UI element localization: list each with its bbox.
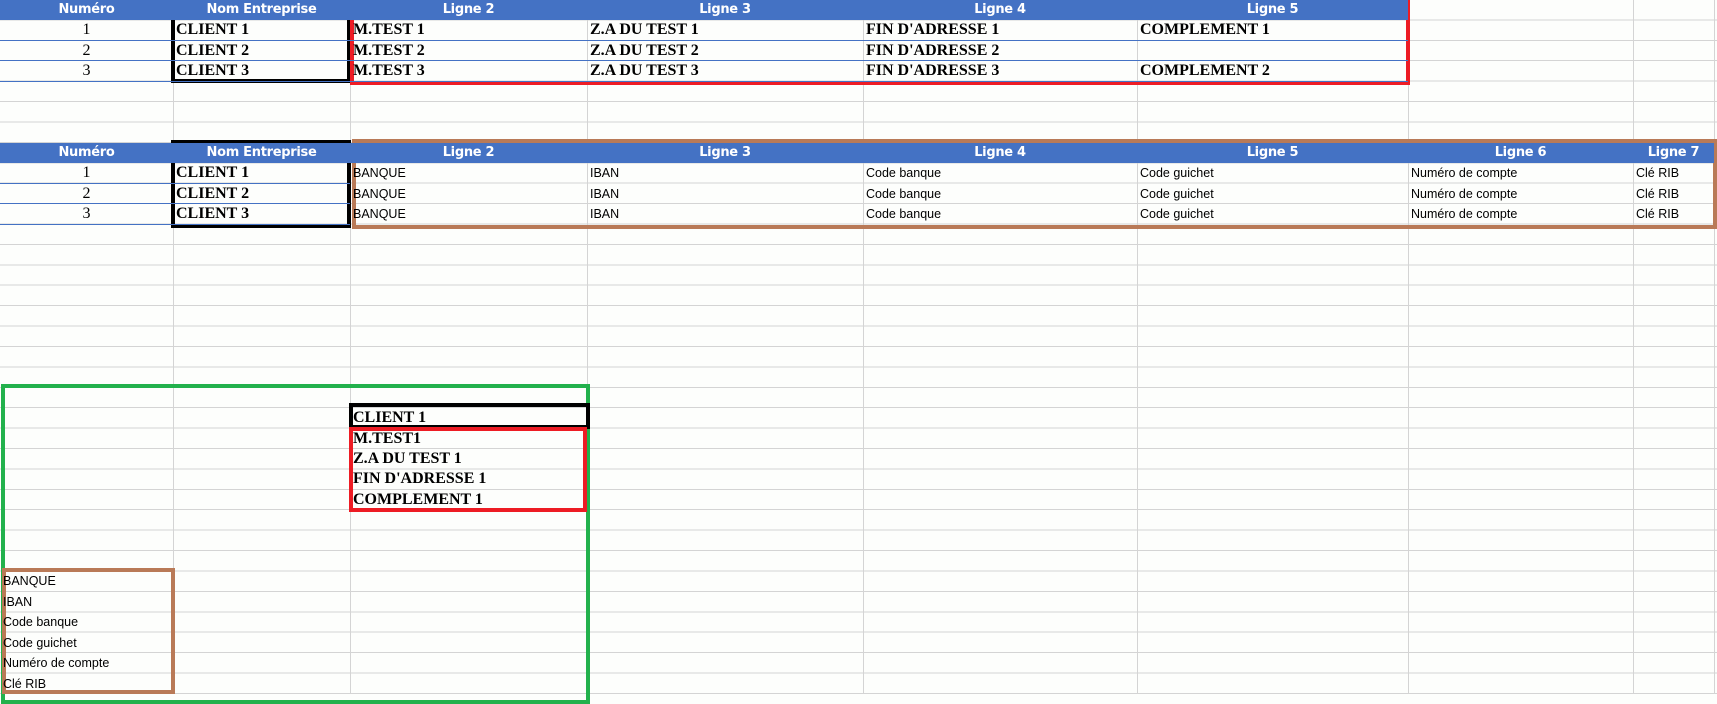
merged-bank-cell[interactable]: BANQUE	[0, 571, 173, 591]
table-cell[interactable]: COMPLEMENT 1	[1137, 20, 1408, 41]
table-cell[interactable]: CLIENT 3	[173, 204, 350, 225]
row-number-cell[interactable]: 2	[0, 41, 173, 62]
column-header[interactable]: Ligne 4	[863, 142, 1137, 164]
table-cell[interactable]: Clé RIB	[1633, 184, 1714, 204]
column-header[interactable]: Ligne 2	[350, 0, 587, 21]
table-cell[interactable]: Clé RIB	[1633, 204, 1714, 224]
table-cell[interactable]: Z.A DU TEST 3	[587, 61, 863, 82]
table-cell[interactable]: Code banque	[863, 184, 1137, 204]
table-cell[interactable]: M.TEST 1	[350, 20, 587, 41]
table-cell[interactable]: FIN D'ADRESSE 2	[863, 41, 1137, 62]
table-cell[interactable]: Numéro de compte	[1408, 163, 1633, 183]
column-header[interactable]: Ligne 3	[587, 142, 863, 164]
table-cell[interactable]: Z.A DU TEST 1	[587, 20, 863, 41]
merged-bank-cell[interactable]: Code guichet	[0, 633, 173, 653]
table-cell[interactable]: CLIENT 2	[173, 184, 350, 205]
column-header[interactable]: Numéro	[0, 0, 173, 21]
column-gridline	[587, 0, 588, 694]
table-cell[interactable]: Clé RIB	[1633, 163, 1714, 183]
table-cell[interactable]: IBAN	[587, 204, 863, 224]
table-cell[interactable]: COMPLEMENT 2	[1137, 61, 1408, 82]
merged-address-cell[interactable]: Z.A DU TEST 1	[350, 449, 587, 469]
column-header[interactable]: Ligne 6	[1408, 142, 1633, 164]
table-cell[interactable]: Code guichet	[1137, 204, 1408, 224]
spreadsheet-grid[interactable]	[0, 0, 1717, 694]
table-cell[interactable]: Code banque	[863, 204, 1137, 224]
table-cell[interactable]: IBAN	[587, 163, 863, 183]
row-number-cell[interactable]: 3	[0, 204, 173, 225]
table-cell[interactable]: Code banque	[863, 163, 1137, 183]
column-gridline	[1137, 0, 1138, 694]
table-cell[interactable]: Code guichet	[1137, 184, 1408, 204]
table-cell[interactable]: BANQUE	[350, 204, 587, 224]
column-header[interactable]: Ligne 5	[1137, 0, 1408, 21]
table-cell[interactable]: Z.A DU TEST 2	[587, 41, 863, 62]
merged-address-cell[interactable]: M.TEST1	[350, 429, 587, 449]
column-header[interactable]: Ligne 5	[1137, 142, 1408, 164]
column-gridline	[1633, 0, 1634, 694]
merged-client-cell[interactable]: CLIENT 1	[350, 408, 587, 428]
column-header[interactable]: Ligne 4	[863, 0, 1137, 21]
row-number-cell[interactable]: 3	[0, 61, 173, 82]
table-cell[interactable]: CLIENT 1	[173, 163, 350, 184]
column-header[interactable]: Nom Entreprise	[173, 142, 350, 164]
column-header[interactable]: Ligne 7	[1633, 142, 1714, 164]
merged-bank-cell[interactable]: Code banque	[0, 612, 173, 632]
table-cell[interactable]: IBAN	[587, 184, 863, 204]
merged-bank-cell[interactable]: Clé RIB	[0, 674, 173, 694]
table-cell[interactable]: Numéro de compte	[1408, 204, 1633, 224]
column-gridline	[1714, 0, 1715, 694]
table-cell[interactable]: Numéro de compte	[1408, 184, 1633, 204]
column-gridline	[173, 0, 174, 694]
column-gridline	[863, 0, 864, 694]
table-cell[interactable]: CLIENT 2	[173, 41, 350, 62]
merged-bank-cell[interactable]: Numéro de compte	[0, 653, 173, 673]
column-header[interactable]: Nom Entreprise	[173, 0, 350, 21]
merged-address-cell[interactable]: FIN D'ADRESSE 1	[350, 469, 587, 489]
column-header[interactable]: Numéro	[0, 142, 173, 164]
table-cell[interactable]: M.TEST 2	[350, 41, 587, 62]
merged-bank-cell[interactable]: IBAN	[0, 592, 173, 612]
table-cell[interactable]: BANQUE	[350, 163, 587, 183]
column-gridline	[350, 0, 351, 694]
table-cell[interactable]: CLIENT 3	[173, 61, 350, 82]
table-cell[interactable]: FIN D'ADRESSE 1	[863, 20, 1137, 41]
column-gridline	[1408, 0, 1409, 694]
table-cell[interactable]: FIN D'ADRESSE 3	[863, 61, 1137, 82]
table-cell[interactable]: CLIENT 1	[173, 20, 350, 41]
column-header[interactable]: Ligne 3	[587, 0, 863, 21]
table-cell[interactable]: M.TEST 3	[350, 61, 587, 82]
row-number-cell[interactable]: 1	[0, 163, 173, 184]
table-cell[interactable]: Code guichet	[1137, 163, 1408, 183]
merged-address-cell[interactable]: COMPLEMENT 1	[350, 490, 587, 510]
row-number-cell[interactable]: 2	[0, 184, 173, 205]
row-number-cell[interactable]: 1	[0, 20, 173, 41]
column-header[interactable]: Ligne 2	[350, 142, 587, 164]
table-cell[interactable]: BANQUE	[350, 184, 587, 204]
table-cell[interactable]	[1137, 41, 1408, 62]
